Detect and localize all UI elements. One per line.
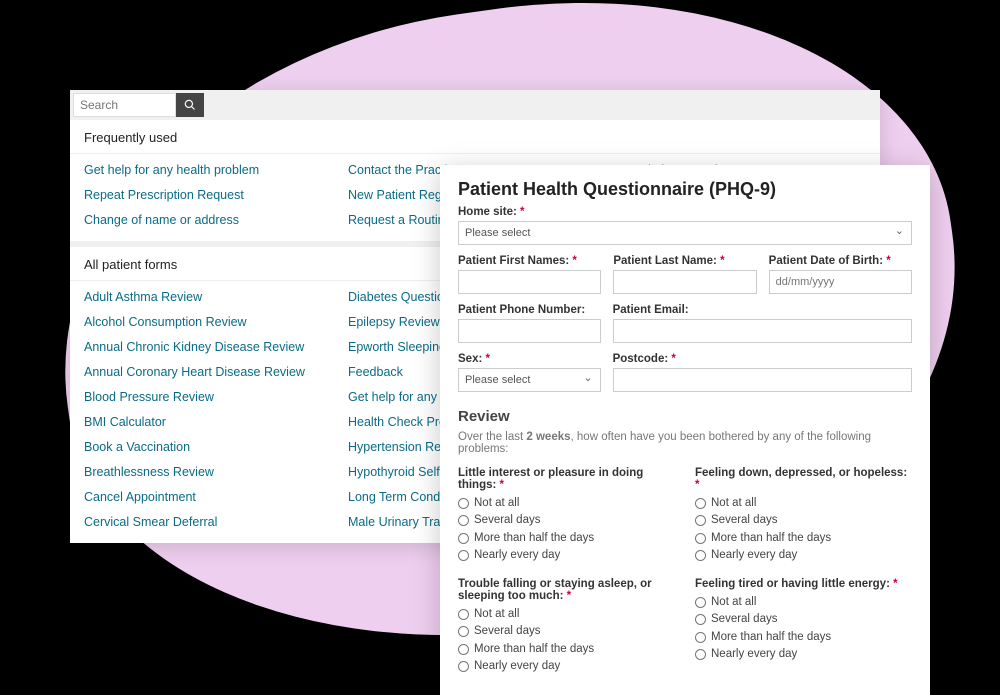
dob-input[interactable] bbox=[769, 270, 912, 294]
form-link[interactable]: Blood Pressure Review bbox=[84, 390, 214, 404]
radio-input[interactable] bbox=[695, 597, 706, 608]
question-1: Little interest or pleasure in doing thi… bbox=[458, 467, 675, 564]
link-change-name-address[interactable]: Change of name or address bbox=[84, 213, 239, 227]
form-link[interactable]: Feedback bbox=[348, 365, 403, 379]
radio-label: More than half the days bbox=[474, 530, 594, 547]
form-link[interactable]: Epilepsy Review bbox=[348, 315, 440, 329]
radio-label: Not at all bbox=[711, 495, 756, 512]
radio-option[interactable]: Nearly every day bbox=[695, 646, 912, 663]
radio-label: More than half the days bbox=[474, 641, 594, 658]
radio-option[interactable]: Not at all bbox=[695, 495, 912, 512]
radio-label: Nearly every day bbox=[711, 646, 797, 663]
home-site-select[interactable]: Please select bbox=[458, 221, 912, 245]
radio-input[interactable] bbox=[458, 609, 469, 620]
radio-option[interactable]: Nearly every day bbox=[695, 547, 912, 564]
search-button[interactable] bbox=[176, 93, 204, 117]
frequently-used-header: Frequently used bbox=[70, 120, 880, 154]
radio-input[interactable] bbox=[458, 626, 469, 637]
form-title: Patient Health Questionnaire (PHQ-9) bbox=[458, 179, 912, 200]
question-2: Feeling down, depressed, or hopeless: * … bbox=[695, 467, 912, 564]
search-input[interactable] bbox=[73, 93, 176, 117]
radio-option[interactable]: More than half the days bbox=[695, 629, 912, 646]
radio-input[interactable] bbox=[695, 533, 706, 544]
dob-label: Patient Date of Birth: * bbox=[769, 255, 912, 267]
radio-option[interactable]: More than half the days bbox=[695, 530, 912, 547]
question-3: Trouble falling or staying asleep, or sl… bbox=[458, 578, 675, 675]
radio-option[interactable]: Not at all bbox=[458, 495, 675, 512]
radio-input[interactable] bbox=[458, 533, 469, 544]
question-4: Feeling tired or having little energy: *… bbox=[695, 578, 912, 675]
radio-input[interactable] bbox=[458, 550, 469, 561]
form-link[interactable]: Annual Coronary Heart Disease Review bbox=[84, 365, 305, 379]
form-link[interactable]: Adult Asthma Review bbox=[84, 290, 202, 304]
form-link[interactable]: Annual Chronic Kidney Disease Review bbox=[84, 340, 304, 354]
email-label: Patient Email: bbox=[613, 304, 912, 316]
question-grid: Little interest or pleasure in doing thi… bbox=[458, 467, 912, 675]
radio-label: Nearly every day bbox=[474, 658, 560, 675]
home-site-label: Home site: * bbox=[458, 206, 912, 218]
radio-input[interactable] bbox=[458, 644, 469, 655]
radio-input[interactable] bbox=[458, 661, 469, 672]
search-icon bbox=[184, 99, 196, 111]
phone-input[interactable] bbox=[458, 319, 601, 343]
radio-label: Nearly every day bbox=[474, 547, 560, 564]
sex-label: Sex: * bbox=[458, 353, 601, 365]
first-name-label: Patient First Names: * bbox=[458, 255, 601, 267]
radio-label: Not at all bbox=[711, 594, 756, 611]
postcode-label: Postcode: * bbox=[613, 353, 912, 365]
radio-option[interactable]: Several days bbox=[458, 623, 675, 640]
radio-input[interactable] bbox=[458, 498, 469, 509]
radio-label: Nearly every day bbox=[711, 547, 797, 564]
review-section-title: Review bbox=[458, 408, 912, 425]
email-input[interactable] bbox=[613, 319, 912, 343]
radio-label: Several days bbox=[474, 623, 540, 640]
sex-select[interactable]: Please select bbox=[458, 368, 601, 392]
form-link[interactable]: Breathlessness Review bbox=[84, 465, 214, 479]
form-link[interactable]: Book a Vaccination bbox=[84, 440, 190, 454]
radio-option[interactable]: Not at all bbox=[458, 606, 675, 623]
radio-option[interactable]: More than half the days bbox=[458, 641, 675, 658]
radio-input[interactable] bbox=[695, 649, 706, 660]
first-name-input[interactable] bbox=[458, 270, 601, 294]
radio-label: Not at all bbox=[474, 606, 519, 623]
radio-option[interactable]: Several days bbox=[458, 512, 675, 529]
radio-option[interactable]: Nearly every day bbox=[458, 547, 675, 564]
radio-label: Several days bbox=[474, 512, 540, 529]
last-name-input[interactable] bbox=[613, 270, 756, 294]
radio-option[interactable]: More than half the days bbox=[458, 530, 675, 547]
radio-input[interactable] bbox=[458, 515, 469, 526]
link-repeat-prescription[interactable]: Repeat Prescription Request bbox=[84, 188, 244, 202]
radio-option[interactable]: Not at all bbox=[695, 594, 912, 611]
radio-label: More than half the days bbox=[711, 629, 831, 646]
radio-input[interactable] bbox=[695, 550, 706, 561]
radio-option[interactable]: Several days bbox=[695, 512, 912, 529]
radio-label: Not at all bbox=[474, 495, 519, 512]
radio-input[interactable] bbox=[695, 515, 706, 526]
radio-input[interactable] bbox=[695, 632, 706, 643]
radio-label: Several days bbox=[711, 611, 777, 628]
phq9-form-panel: Patient Health Questionnaire (PHQ-9) Hom… bbox=[440, 165, 930, 695]
form-link[interactable]: Cancel Appointment bbox=[84, 490, 196, 504]
last-name-label: Patient Last Name: * bbox=[613, 255, 756, 267]
review-intro: Over the last 2 weeks, how often have yo… bbox=[458, 431, 912, 455]
postcode-input[interactable] bbox=[613, 368, 912, 392]
radio-label: Several days bbox=[711, 512, 777, 529]
form-link[interactable]: Cervical Smear Deferral bbox=[84, 515, 217, 529]
radio-option[interactable]: Several days bbox=[695, 611, 912, 628]
form-link[interactable]: BMI Calculator bbox=[84, 415, 166, 429]
link-health-problem[interactable]: Get help for any health problem bbox=[84, 163, 259, 177]
radio-option[interactable]: Nearly every day bbox=[458, 658, 675, 675]
form-link[interactable]: Alcohol Consumption Review bbox=[84, 315, 247, 329]
radio-input[interactable] bbox=[695, 498, 706, 509]
phone-label: Patient Phone Number: bbox=[458, 304, 601, 316]
search-bar bbox=[70, 90, 880, 120]
radio-input[interactable] bbox=[695, 614, 706, 625]
radio-label: More than half the days bbox=[711, 530, 831, 547]
